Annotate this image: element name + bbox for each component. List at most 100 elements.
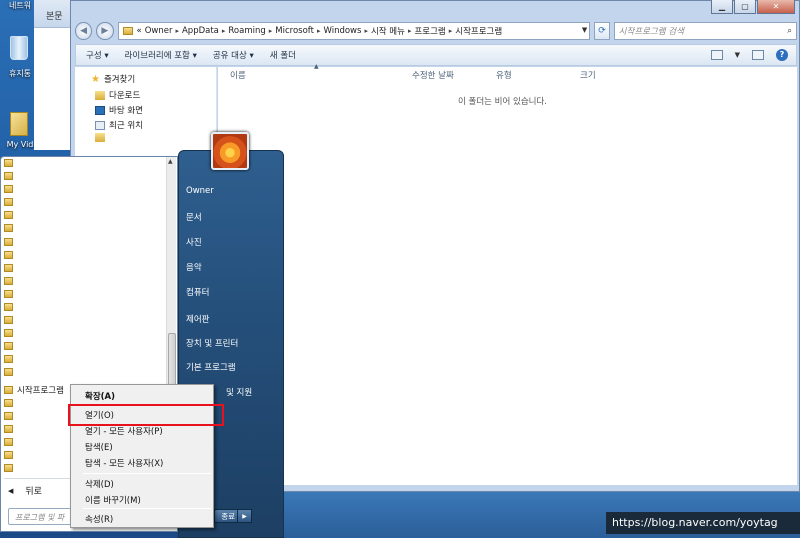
folder-icon [4, 224, 13, 232]
new-folder-button[interactable]: 새 폴더 [270, 49, 296, 61]
start-item-default-programs[interactable]: 기본 프로그램 [186, 361, 236, 373]
chevron-right-icon[interactable]: ▸ [269, 27, 273, 35]
folder-icon [4, 251, 13, 259]
minimize-button[interactable]: ▁ [711, 0, 733, 14]
ctx-open-all-users[interactable]: 열기 - 모든 사용자(P) [85, 425, 163, 437]
start-item-documents[interactable]: 문서 [186, 211, 202, 223]
chevron-right-icon[interactable]: ▸ [317, 27, 321, 35]
view-options-icon[interactable] [710, 50, 723, 60]
close-button[interactable]: ✕ [757, 0, 795, 14]
column-name[interactable]: 이름 [230, 69, 246, 81]
folder-icon [4, 329, 13, 337]
crumb-startup[interactable]: 시작프로그램 [455, 25, 502, 37]
user-avatar[interactable] [211, 132, 249, 170]
chevron-right-icon[interactable]: ▸ [408, 27, 412, 35]
share-button[interactable]: 공유 대상 ▾ [213, 49, 254, 61]
organize-button[interactable]: 구성 ▾ [86, 49, 109, 61]
include-library-button[interactable]: 라이브러리에 포함 ▾ [125, 49, 197, 61]
back-button[interactable]: ◀ 뒤로 [8, 484, 42, 498]
preview-pane-icon[interactable] [752, 50, 764, 60]
file-list[interactable]: 이름 ▲ 수정한 날짜 유형 크기 이 폴더는 비어 있습니다. [218, 63, 797, 485]
window-controls: ▁ ▢ ✕ [711, 0, 795, 14]
ctx-delete[interactable]: 삭제(D) [85, 478, 114, 490]
search-icon[interactable]: ⌕ [787, 26, 792, 36]
shutdown-arrow-icon[interactable]: ▶ [237, 509, 252, 523]
address-prefix[interactable]: « [137, 26, 142, 36]
file-icon[interactable] [10, 112, 28, 136]
start-item-control-panel[interactable]: 제어판 [186, 313, 209, 325]
program-folder-row[interactable] [4, 262, 164, 274]
ctx-rename[interactable]: 이름 바꾸기(M) [85, 494, 141, 506]
column-date-modified[interactable]: 수정한 날짜 [412, 69, 454, 81]
nav-favorites[interactable]: ★ 즐겨찾기 [91, 73, 136, 86]
start-item-music[interactable]: 음악 [186, 261, 202, 273]
crumb-windows[interactable]: Windows [323, 26, 361, 36]
program-folder-row[interactable] [4, 366, 164, 378]
nav-downloads[interactable]: 다운로드 [95, 89, 140, 101]
chevron-right-icon[interactable]: ▸ [449, 27, 453, 35]
recycle-bin-icon[interactable] [10, 36, 28, 60]
sort-up-icon: ▲ [314, 63, 319, 70]
nav-library-folder[interactable] [95, 133, 105, 142]
program-folder-row[interactable] [4, 301, 164, 313]
address-field[interactable]: « Owner ▸ AppData ▸ Roaming ▸ Microsoft ▸ Wi… [117, 22, 591, 40]
program-folder-row[interactable] [4, 353, 164, 365]
program-folder-row[interactable] [4, 209, 164, 221]
nav-favorites-label: 즐겨찾기 [103, 75, 136, 85]
chevron-right-icon[interactable]: ▸ [222, 27, 226, 35]
ctx-explore-all-users[interactable]: 탐색 - 모든 사용자(X) [85, 457, 163, 469]
program-folder-row[interactable] [4, 288, 164, 300]
program-folder-startup-label: 시작프로그램 [17, 386, 64, 396]
start-item-help-support[interactable]: 및 지원 [226, 386, 252, 398]
program-folder-row[interactable] [4, 249, 164, 261]
refresh-icon[interactable]: ⟳ [594, 22, 610, 40]
crumb-owner[interactable]: Owner [145, 26, 173, 36]
crumb-appdata[interactable]: AppData [182, 26, 219, 36]
scroll-up-arrow-icon[interactable]: ▲ [168, 158, 173, 165]
back-arrow-icon[interactable]: ◀ [75, 22, 93, 40]
ctx-expand[interactable]: 확장(A) [85, 390, 115, 402]
search-input[interactable]: 시작프로그램 검색 ⌕ [613, 22, 798, 40]
chevron-right-icon[interactable]: ▸ [364, 27, 368, 35]
program-folder-row[interactable] [4, 170, 164, 182]
program-folder-row[interactable] [4, 275, 164, 287]
column-type[interactable]: 유형 [496, 69, 512, 81]
program-folder-row[interactable] [4, 157, 164, 169]
ctx-explore[interactable]: 탐색(E) [85, 441, 113, 453]
crumb-start-menu[interactable]: 시작 메뉴 [371, 25, 405, 37]
crumb-microsoft[interactable]: Microsoft [275, 26, 314, 36]
program-folder-row[interactable] [4, 183, 164, 195]
ctx-properties[interactable]: 속성(R) [85, 513, 113, 525]
command-toolbar: 구성 ▾ 라이브러리에 포함 ▾ 공유 대상 ▾ 새 폴더 ▼ ? [75, 44, 797, 66]
start-item-pictures[interactable]: 사진 [186, 236, 202, 248]
nav-desktop[interactable]: 바탕 화면 [95, 104, 143, 116]
folder-icon [4, 425, 13, 433]
program-folder-row[interactable] [4, 222, 164, 234]
program-folder-row[interactable] [4, 196, 164, 208]
crumb-roaming[interactable]: Roaming [228, 26, 265, 36]
maximize-button[interactable]: ▢ [734, 0, 756, 14]
start-item-computer[interactable]: 컴퓨터 [186, 286, 209, 298]
open-highlight-box [68, 404, 224, 426]
empty-folder-message: 이 폴더는 비어 있습니다. [458, 97, 548, 107]
start-item-devices-printers[interactable]: 장치 및 프린터 [186, 337, 238, 349]
program-folder-row[interactable] [4, 236, 164, 248]
program-folder-row[interactable] [4, 340, 164, 352]
crumb-programs[interactable]: 프로그램 [414, 25, 445, 37]
folder-icon [4, 464, 13, 472]
recycle-bin-label[interactable]: 휴지통 [2, 68, 38, 79]
help-icon[interactable]: ? [776, 49, 788, 61]
nav-recent[interactable]: 최근 위치 [95, 119, 143, 131]
program-folder-row[interactable] [4, 327, 164, 339]
folder-icon [4, 290, 13, 298]
background-window-tab[interactable]: 본문 [46, 9, 63, 22]
start-item-owner[interactable]: Owner [186, 186, 214, 196]
column-size[interactable]: 크기 [580, 69, 596, 81]
chevron-down-icon[interactable]: ▼ [582, 26, 587, 34]
program-folder-row[interactable] [4, 314, 164, 326]
chevron-down-icon[interactable]: ▼ [735, 51, 740, 59]
my-video-label[interactable]: My Vid [2, 140, 38, 149]
folder-icon [122, 27, 133, 35]
chevron-right-icon[interactable]: ▸ [175, 27, 179, 35]
forward-arrow-icon[interactable]: ▶ [96, 22, 114, 40]
